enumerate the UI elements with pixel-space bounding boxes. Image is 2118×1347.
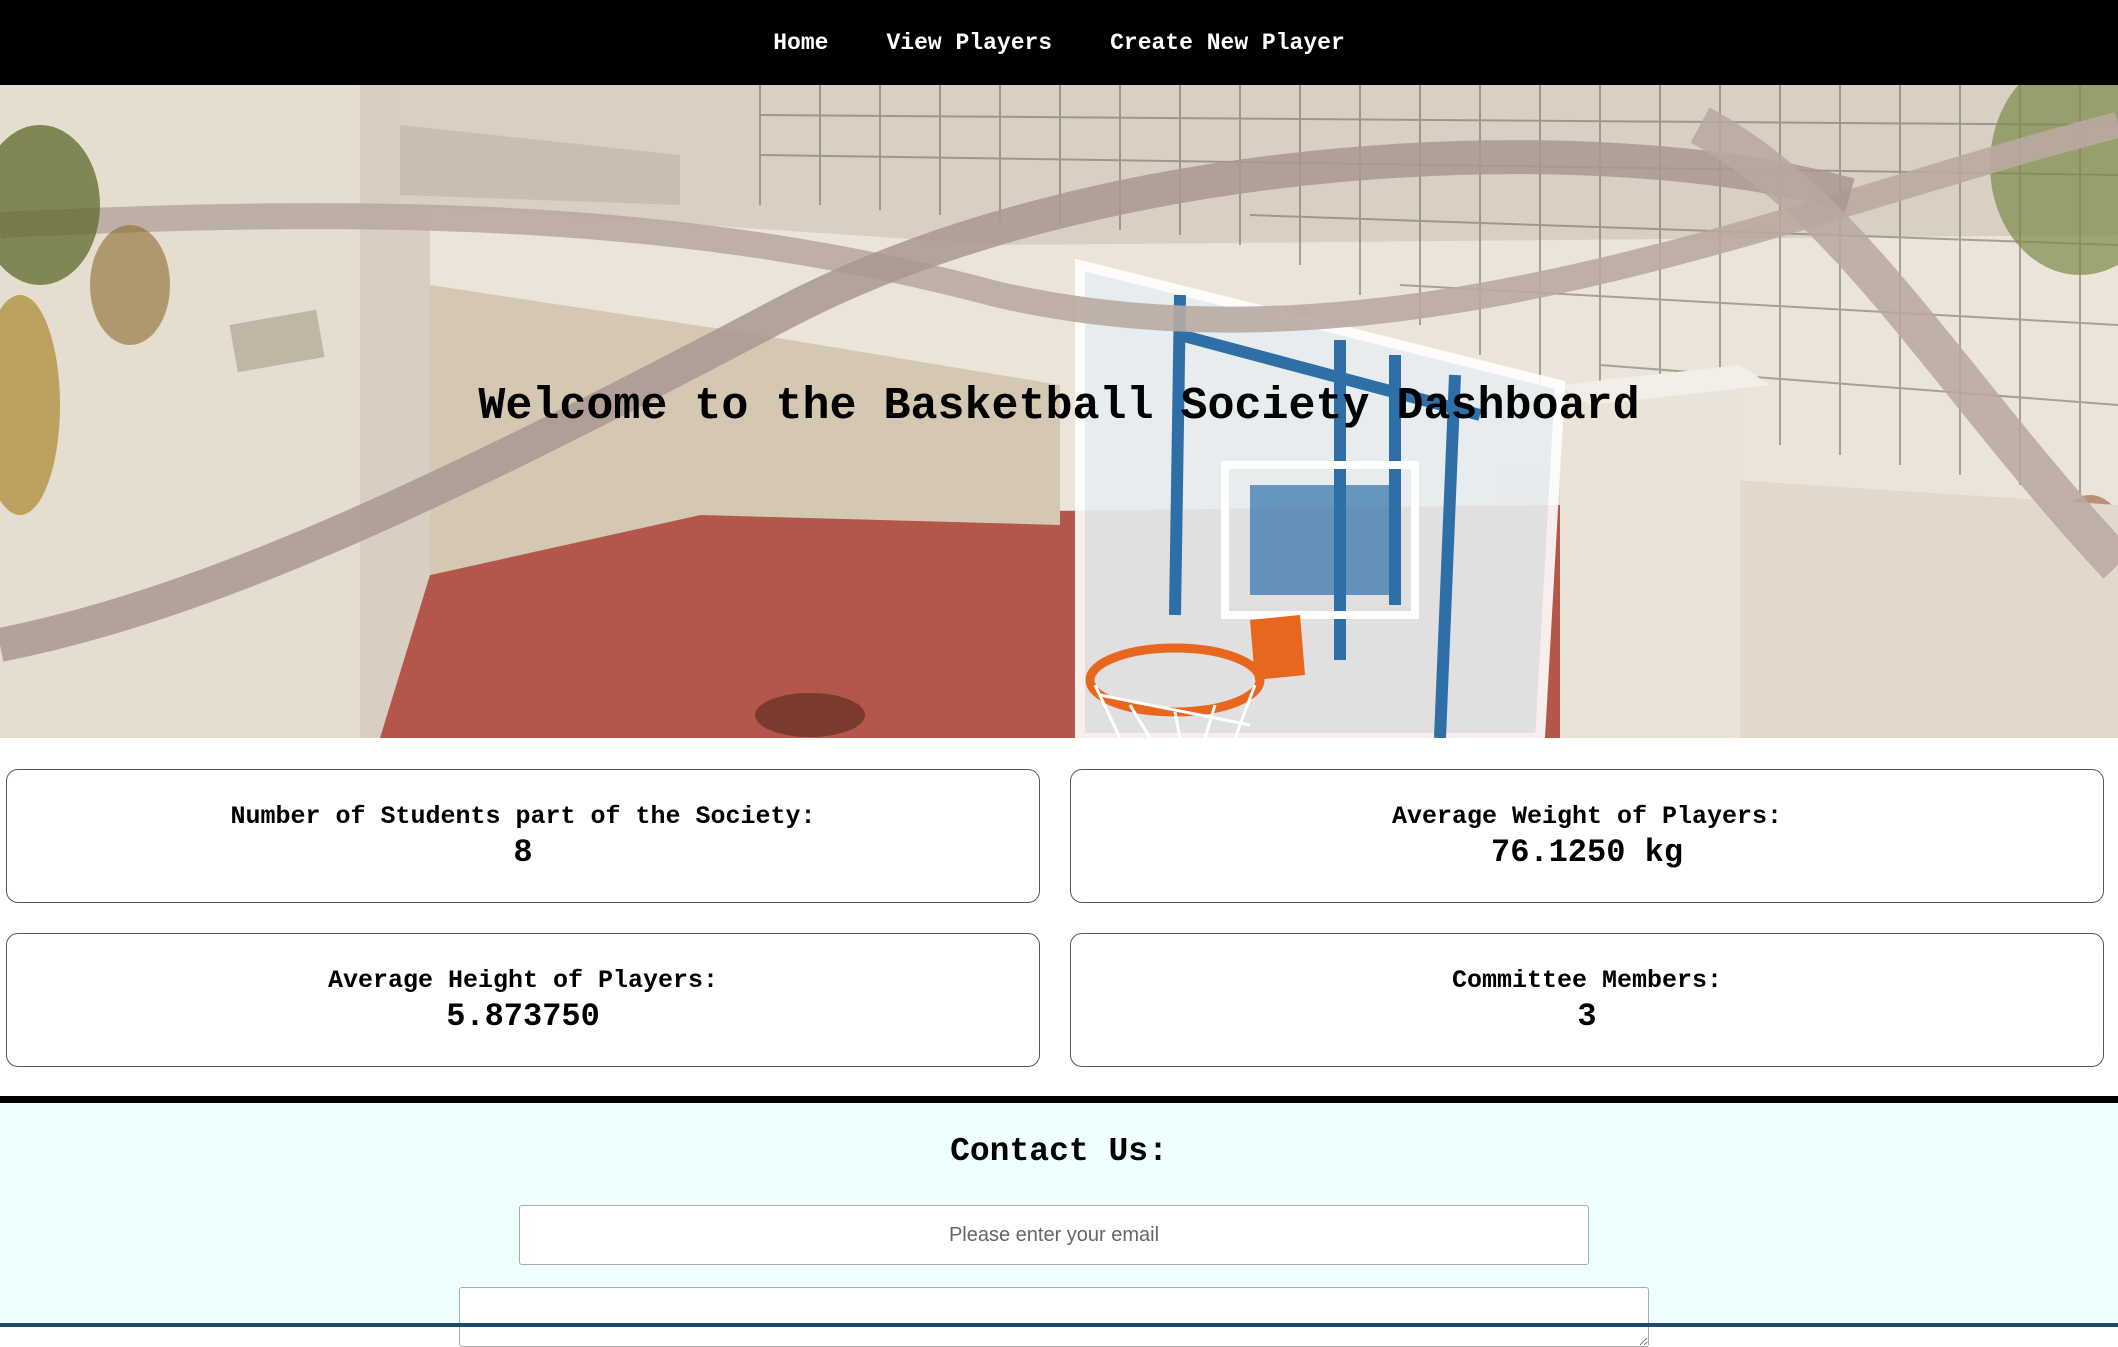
stats-grid: Number of Students part of the Society: … — [6, 769, 2104, 1067]
stat-label: Average Weight of Players: — [1391, 802, 1783, 831]
nav-create-player-link[interactable]: Create New Player — [1110, 26, 1345, 60]
stat-label: Committee Members: — [1451, 966, 1723, 995]
stat-value: 8 — [513, 834, 533, 871]
stat-label: Number of Students part of the Society: — [230, 802, 816, 831]
hero-title: Welcome to the Basketball Society Dashbo… — [478, 381, 1640, 432]
stat-card-students: Number of Students part of the Society: … — [6, 769, 1040, 903]
stat-value: 3 — [1577, 998, 1597, 1035]
message-input[interactable] — [459, 1287, 1649, 1347]
contact-section: Contact Us: — [0, 1103, 2118, 1347]
stat-value: 76.1250 kg — [1490, 834, 1684, 871]
section-divider — [0, 1096, 2118, 1103]
stat-card-average-weight: Average Weight of Players: 76.1250 kg — [1070, 769, 2104, 903]
stat-card-committee-members: Committee Members: 3 — [1070, 933, 2104, 1067]
stat-value: 5.873750 — [446, 998, 600, 1035]
nav-view-players-link[interactable]: View Players — [886, 26, 1052, 60]
stat-label: Average Height of Players: — [327, 966, 719, 995]
top-navbar: Home View Players Create New Player — [0, 0, 2118, 85]
bottom-bar — [0, 1323, 2118, 1327]
email-input[interactable] — [519, 1205, 1589, 1265]
nav-home-link[interactable]: Home — [773, 26, 828, 60]
hero-banner: Welcome to the Basketball Society Dashbo… — [0, 85, 2118, 738]
contact-title: Contact Us: — [950, 1133, 1168, 1170]
stat-card-average-height: Average Height of Players: 5.873750 — [6, 933, 1040, 1067]
